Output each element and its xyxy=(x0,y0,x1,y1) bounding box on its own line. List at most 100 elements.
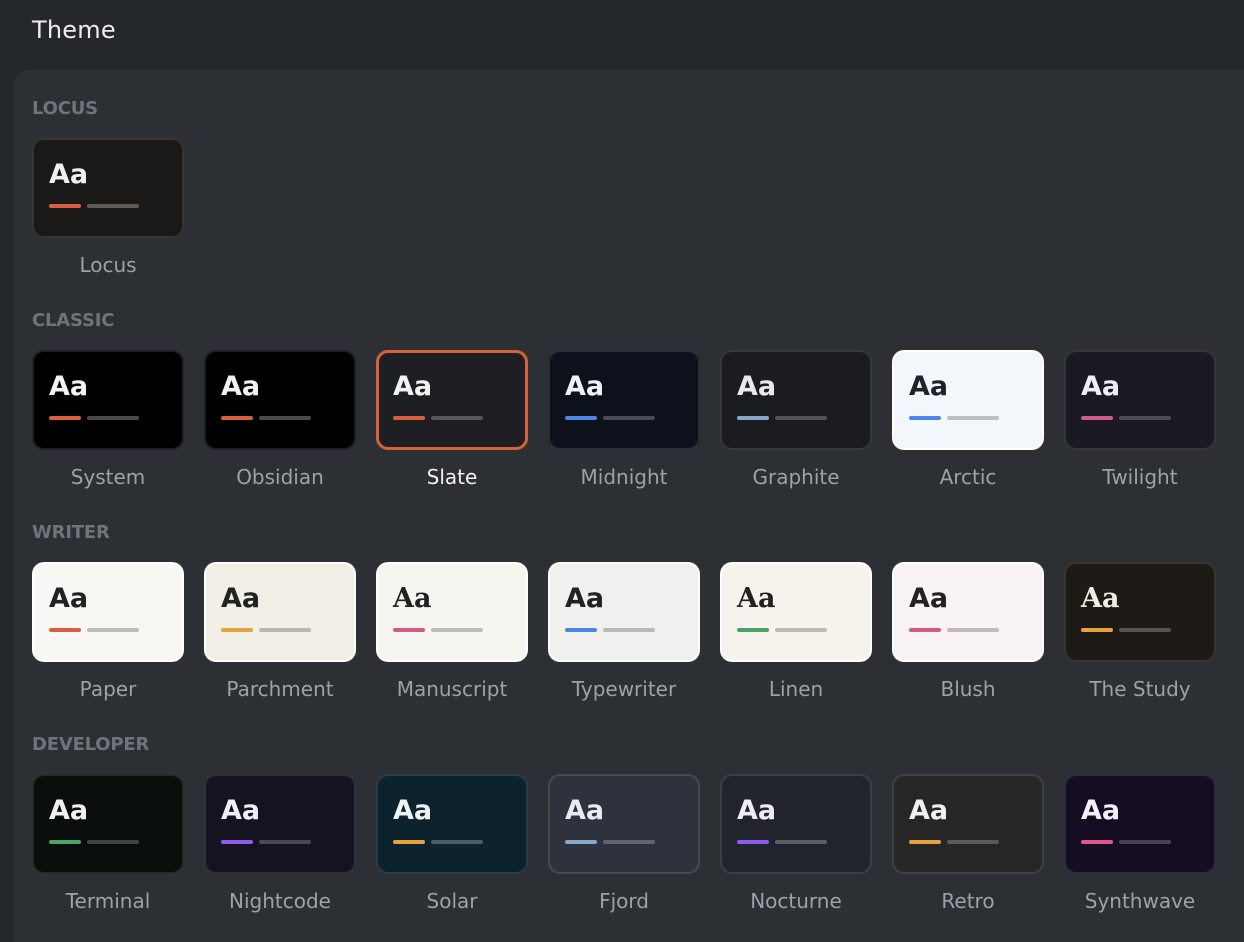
theme-preview[interactable]: Aa xyxy=(548,562,700,662)
theme-option-locus[interactable]: Aa Locus xyxy=(32,138,184,277)
preview-sample-text: Aa xyxy=(565,583,605,614)
theme-preview[interactable]: Aa xyxy=(892,774,1044,874)
theme-preview[interactable]: Aa xyxy=(376,350,528,450)
theme-name-label: Terminal xyxy=(65,889,151,913)
theme-option-graphite[interactable]: Aa Graphite xyxy=(720,350,872,489)
text-line-bar xyxy=(603,628,655,632)
theme-option-fjord[interactable]: Aa Fjord xyxy=(548,774,700,913)
section-heading: WRITER xyxy=(32,522,110,543)
section-heading: CLASSIC xyxy=(32,310,115,331)
theme-preview[interactable]: Aa xyxy=(892,562,1044,662)
preview-sample-text: Aa xyxy=(565,795,605,826)
text-line-bar xyxy=(1119,416,1171,420)
theme-option-twilight[interactable]: Aa Twilight xyxy=(1064,350,1216,489)
theme-preview[interactable]: Aa xyxy=(32,138,184,238)
theme-name-label: Fjord xyxy=(599,889,649,913)
theme-preview[interactable]: Aa xyxy=(892,350,1044,450)
theme-settings-page: Theme LOCUS Aa Locus CLASSIC Aa System Aa Ob… xyxy=(0,0,1244,942)
preview-sample-text: Aa xyxy=(393,583,432,614)
preview-sample-text: Aa xyxy=(49,159,89,190)
theme-option-blush[interactable]: Aa Blush xyxy=(892,562,1044,701)
accent-color-bar xyxy=(737,628,769,632)
preview-sample-text: Aa xyxy=(393,371,433,402)
theme-grid: Aa Paper Aa Parchment Aa Manuscript Aa Typewrit… xyxy=(32,562,1216,701)
text-line-bar xyxy=(431,416,483,420)
accent-color-bar xyxy=(1081,628,1113,632)
theme-preview[interactable]: Aa xyxy=(32,562,184,662)
theme-option-paper[interactable]: Aa Paper xyxy=(32,562,184,701)
theme-option-nocturne[interactable]: Aa Nocturne xyxy=(720,774,872,913)
preview-sample-text: Aa xyxy=(393,795,433,826)
theme-name-label: Manuscript xyxy=(396,677,508,701)
preview-sample-text: Aa xyxy=(221,371,261,402)
text-line-bar xyxy=(775,628,827,632)
theme-preview[interactable]: Aa xyxy=(204,774,356,874)
theme-preview[interactable]: Aa xyxy=(32,774,184,874)
theme-preview[interactable]: Aa xyxy=(1064,774,1216,874)
theme-preview[interactable]: Aa xyxy=(720,562,872,662)
theme-name-label: Linen xyxy=(768,677,824,701)
theme-option-solar[interactable]: Aa Solar xyxy=(376,774,528,913)
page-title: Theme xyxy=(32,16,116,44)
theme-preview[interactable]: Aa xyxy=(720,774,872,874)
preview-sample-text: Aa xyxy=(49,583,89,614)
theme-preview[interactable]: Aa xyxy=(204,562,356,662)
text-line-bar xyxy=(775,840,827,844)
theme-preview[interactable]: Aa xyxy=(1064,350,1216,450)
theme-option-system[interactable]: Aa System xyxy=(32,350,184,489)
theme-name-label: Locus xyxy=(79,253,137,277)
theme-option-terminal[interactable]: Aa Terminal xyxy=(32,774,184,913)
theme-option-retro[interactable]: Aa Retro xyxy=(892,774,1044,913)
preview-sample-text: Aa xyxy=(1081,371,1121,402)
theme-name-label: The Study xyxy=(1089,677,1191,701)
theme-option-obsidian[interactable]: Aa Obsidian xyxy=(204,350,356,489)
text-line-bar xyxy=(87,416,139,420)
theme-name-label: Parchment xyxy=(226,677,334,701)
theme-grid: Aa Terminal Aa Nightcode Aa Solar Aa Fjord Aa Noc… xyxy=(32,774,1216,913)
theme-option-the-study[interactable]: Aa The Study xyxy=(1064,562,1216,701)
preview-sample-text: Aa xyxy=(221,795,261,826)
text-line-bar xyxy=(87,840,139,844)
preview-sample-text: Aa xyxy=(737,795,777,826)
preview-sample-text: Aa xyxy=(49,371,89,402)
theme-preview[interactable]: Aa xyxy=(548,774,700,874)
theme-option-slate[interactable]: Aa Slate xyxy=(376,350,528,489)
accent-color-bar xyxy=(737,840,769,844)
preview-sample-text: Aa xyxy=(737,583,776,614)
theme-name-label: Slate xyxy=(426,465,478,489)
accent-color-bar xyxy=(49,416,81,420)
theme-option-arctic[interactable]: Aa Arctic xyxy=(892,350,1044,489)
preview-sample-text: Aa xyxy=(1081,795,1121,826)
accent-color-bar xyxy=(565,416,597,420)
theme-name-label: Paper xyxy=(79,677,137,701)
theme-option-midnight[interactable]: Aa Midnight xyxy=(548,350,700,489)
accent-color-bar xyxy=(221,416,253,420)
theme-name-label: Midnight xyxy=(580,465,668,489)
theme-option-manuscript[interactable]: Aa Manuscript xyxy=(376,562,528,701)
theme-option-nightcode[interactable]: Aa Nightcode xyxy=(204,774,356,913)
text-line-bar xyxy=(947,416,999,420)
theme-option-linen[interactable]: Aa Linen xyxy=(720,562,872,701)
theme-preview[interactable]: Aa xyxy=(1064,562,1216,662)
theme-name-label: Nightcode xyxy=(229,889,331,913)
preview-sample-text: Aa xyxy=(221,583,261,614)
text-line-bar xyxy=(87,628,139,632)
theme-preview[interactable]: Aa xyxy=(720,350,872,450)
accent-color-bar xyxy=(737,416,769,420)
section-heading: LOCUS xyxy=(32,98,98,119)
theme-name-label: Obsidian xyxy=(236,465,324,489)
accent-color-bar xyxy=(393,840,425,844)
theme-option-synthwave[interactable]: Aa Synthwave xyxy=(1064,774,1216,913)
theme-preview[interactable]: Aa xyxy=(376,774,528,874)
theme-option-typewriter[interactable]: Aa Typewriter xyxy=(548,562,700,701)
theme-name-label: Graphite xyxy=(752,465,840,489)
theme-preview[interactable]: Aa xyxy=(32,350,184,450)
accent-color-bar xyxy=(1081,416,1113,420)
theme-preview[interactable]: Aa xyxy=(204,350,356,450)
theme-preview[interactable]: Aa xyxy=(376,562,528,662)
theme-preview[interactable]: Aa xyxy=(548,350,700,450)
preview-sample-text: Aa xyxy=(49,795,89,826)
text-line-bar xyxy=(1119,628,1171,632)
accent-color-bar xyxy=(49,204,81,208)
theme-option-parchment[interactable]: Aa Parchment xyxy=(204,562,356,701)
